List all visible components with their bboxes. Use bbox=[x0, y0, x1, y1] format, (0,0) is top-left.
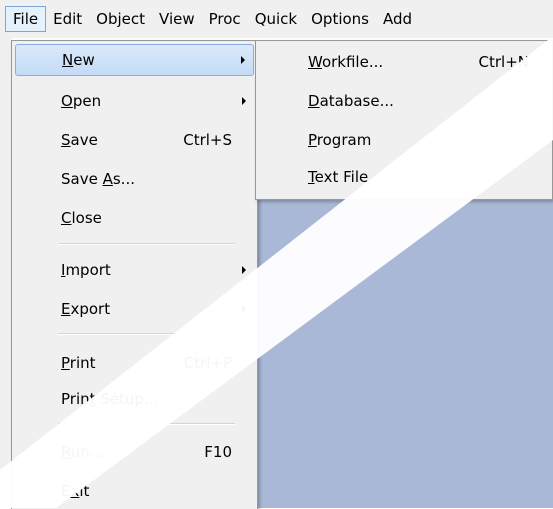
menu-item-label: Exit bbox=[61, 482, 90, 500]
submenu-arrow-icon bbox=[242, 266, 246, 274]
menu-item-label: Save bbox=[61, 131, 98, 149]
menu-bar: File Edit Object View Proc Quick Options… bbox=[0, 0, 553, 38]
menu-item-shortcut: Ctrl+P bbox=[183, 354, 232, 372]
menu-separator bbox=[58, 423, 235, 425]
menubar-item-edit[interactable]: Edit bbox=[46, 6, 89, 32]
menubar-item-file[interactable]: File bbox=[5, 6, 47, 32]
menu-item-label: Import bbox=[61, 261, 111, 279]
file-menu: New Open Save Ctrl+S Save As... Close Im… bbox=[11, 40, 258, 509]
menu-item-label: Save As... bbox=[61, 170, 135, 188]
menu-item-export[interactable]: Export bbox=[15, 294, 254, 324]
menubar-item-add[interactable]: Add bbox=[376, 6, 419, 32]
menu-item-label: New bbox=[62, 51, 95, 69]
menu-item-text-file[interactable]: Text File bbox=[259, 162, 549, 192]
menu-item-label: Open bbox=[61, 92, 102, 110]
menubar-item-options[interactable]: Options bbox=[304, 6, 376, 32]
submenu-arrow-icon bbox=[241, 56, 245, 64]
menu-separator bbox=[58, 243, 235, 245]
menu-item-program[interactable]: Program bbox=[259, 125, 549, 155]
menu-item-exit[interactable]: Exit bbox=[15, 476, 254, 506]
menu-item-workfile[interactable]: Workfile... Ctrl+N bbox=[259, 47, 549, 77]
menu-item-print-setup[interactable]: Print Setup... bbox=[15, 384, 254, 414]
menu-item-label: Print bbox=[61, 354, 96, 372]
menu-item-run[interactable]: Run... F10 bbox=[15, 437, 254, 467]
menu-item-label: Text File bbox=[308, 168, 369, 186]
menu-item-label: Program bbox=[308, 131, 372, 149]
new-submenu: Workfile... Ctrl+N Database... Program T… bbox=[255, 40, 553, 200]
menubar-item-proc[interactable]: Proc bbox=[202, 6, 248, 32]
menu-item-shortcut: F10 bbox=[204, 443, 232, 461]
menu-item-print[interactable]: Print Ctrl+P bbox=[15, 348, 254, 378]
menu-item-new[interactable]: New bbox=[15, 44, 254, 76]
menubar-item-view[interactable]: View bbox=[152, 6, 202, 32]
menubar-item-quick[interactable]: Quick bbox=[248, 6, 304, 32]
menu-item-label: Print Setup... bbox=[61, 390, 159, 408]
submenu-arrow-icon bbox=[242, 97, 246, 105]
submenu-arrow-icon bbox=[242, 305, 246, 313]
menu-item-save[interactable]: Save Ctrl+S bbox=[15, 125, 254, 155]
menu-item-save-as[interactable]: Save As... bbox=[15, 164, 254, 194]
menu-separator bbox=[58, 333, 235, 335]
menu-item-close[interactable]: Close bbox=[15, 203, 254, 233]
menu-item-label: Run... bbox=[61, 443, 105, 461]
menu-item-label: Database... bbox=[308, 92, 394, 110]
menu-item-database[interactable]: Database... bbox=[259, 86, 549, 116]
menu-item-import[interactable]: Import bbox=[15, 255, 254, 285]
menu-item-shortcut: Ctrl+S bbox=[183, 131, 232, 149]
menu-item-open[interactable]: Open bbox=[15, 86, 254, 116]
workspace-area bbox=[255, 200, 553, 508]
menu-item-label: Workfile... bbox=[308, 53, 384, 71]
menu-item-shortcut: Ctrl+N bbox=[478, 53, 529, 71]
menubar-item-object[interactable]: Object bbox=[89, 6, 152, 32]
menu-item-label: Close bbox=[61, 209, 102, 227]
menu-item-label: Export bbox=[61, 300, 111, 318]
